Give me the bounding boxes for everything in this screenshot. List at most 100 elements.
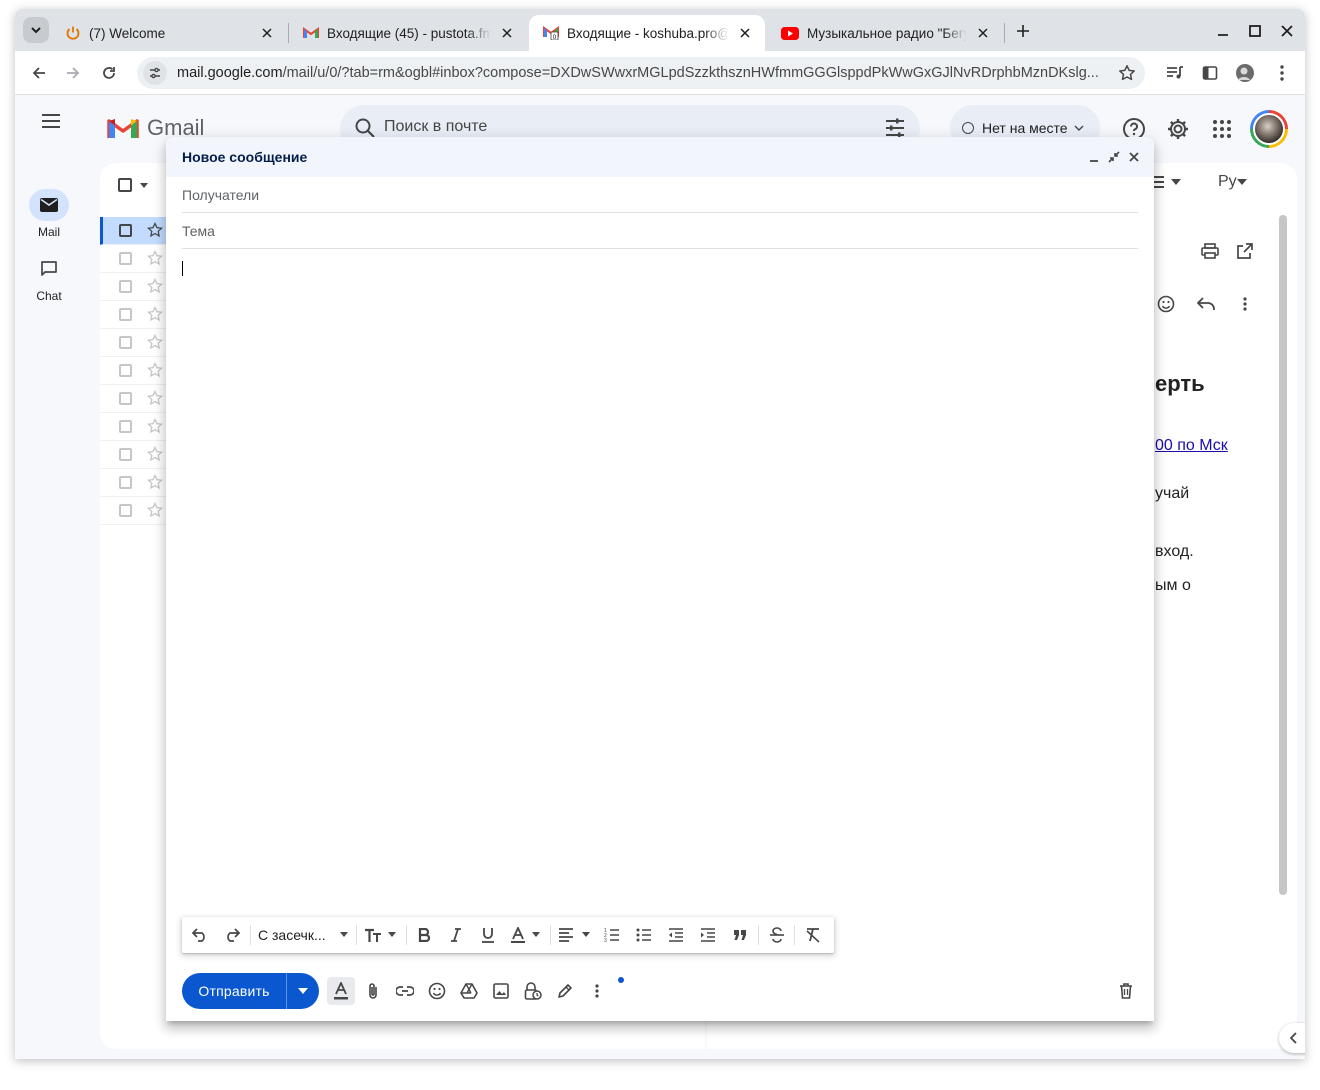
close-icon[interactable] <box>497 23 517 43</box>
settings-button[interactable] <box>1164 115 1192 143</box>
tab-welcome[interactable]: (7) Welcome <box>51 15 287 51</box>
message-body[interactable] <box>182 257 1138 897</box>
more-vert-icon <box>1243 297 1247 311</box>
address-bar[interactable]: mail.google.com/mail/u/0/?tab=rm&ogbl#in… <box>137 57 1145 89</box>
more-options-button[interactable] <box>583 977 611 1005</box>
open-in-new-icon <box>1237 243 1253 259</box>
star-icon <box>147 334 163 350</box>
message-link-fragment[interactable]: 00 по Мск <box>1155 437 1228 455</box>
chevron-down-icon <box>388 932 396 937</box>
underline-button[interactable] <box>478 923 498 947</box>
font-family-select[interactable]: С засечк... <box>258 923 350 947</box>
search-options-icon <box>886 118 904 138</box>
font-family-label: С засечк... <box>258 927 326 943</box>
more-vert-icon <box>1280 65 1284 81</box>
formatting-options-button[interactable] <box>327 977 355 1005</box>
recipients-input[interactable] <box>182 177 1138 212</box>
close-icon[interactable] <box>973 23 993 43</box>
insert-link-button[interactable] <box>391 977 419 1005</box>
strikethrough-button[interactable] <box>766 923 788 947</box>
media-control-button[interactable] <box>1161 59 1189 87</box>
insert-drive-file-button[interactable] <box>455 977 483 1005</box>
browser-menu-button[interactable] <box>1268 59 1296 87</box>
compose-title: Новое сообщение <box>182 149 308 165</box>
input-tools-label[interactable]: Ру <box>1218 173 1237 191</box>
align-button[interactable] <box>558 923 592 947</box>
exit-fullscreen-icon <box>1108 151 1120 163</box>
remove-formatting-button[interactable] <box>802 923 824 947</box>
forward-button[interactable] <box>59 59 87 87</box>
rail-mail[interactable]: Mail <box>23 189 75 239</box>
tab-title: Входящие - koshuba.pro@ <box>567 25 729 41</box>
gmail-logo-icon <box>107 119 139 138</box>
new-tab-button[interactable] <box>1011 19 1035 43</box>
bulleted-list-button[interactable] <box>634 923 654 947</box>
compose-header[interactable]: Новое сообщение <box>166 137 1154 177</box>
tab-inbox-koshuba[interactable]: 0 Входящие - koshuba.pro@ <box>529 15 765 51</box>
send-button[interactable]: Отправить <box>182 973 286 1009</box>
select-all-checkbox[interactable] <box>118 178 132 192</box>
send-options-button[interactable] <box>286 973 319 1009</box>
apps-grid-icon <box>1213 120 1231 138</box>
close-window-button[interactable] <box>1275 19 1299 43</box>
reload-button[interactable] <box>95 59 123 87</box>
search-placeholder: Поиск в почте <box>384 118 488 135</box>
font-size-button[interactable] <box>364 923 398 947</box>
text-format-icon <box>334 982 348 1000</box>
tab-inbox-pustota[interactable]: Входящие (45) - pustota.fm <box>289 15 527 51</box>
recipients-field[interactable] <box>182 177 1138 213</box>
chat-icon <box>41 261 57 276</box>
insert-signature-button[interactable] <box>551 977 579 1005</box>
profile-button[interactable] <box>1231 59 1259 87</box>
quote-button[interactable] <box>730 923 750 947</box>
numbered-list-button[interactable]: 123 <box>602 923 622 947</box>
confidential-mode-button[interactable] <box>519 977 547 1005</box>
indent-more-button[interactable] <box>698 923 718 947</box>
rail-chat[interactable]: Chat <box>23 253 75 303</box>
undo-button[interactable] <box>190 923 210 947</box>
bulleted-list-icon <box>636 928 651 942</box>
minimize-icon <box>1090 160 1098 162</box>
redo-button[interactable] <box>222 923 242 947</box>
main-menu-button[interactable] <box>37 107 65 135</box>
close-icon[interactable] <box>735 23 755 43</box>
subject-input[interactable] <box>182 213 1138 248</box>
insert-emoji-button[interactable] <box>423 977 451 1005</box>
profile-avatar-icon <box>1236 64 1254 82</box>
account-avatar[interactable] <box>1250 110 1288 148</box>
close-icon[interactable] <box>257 23 277 43</box>
link-icon <box>396 986 414 996</box>
tab-search-button[interactable] <box>23 17 49 43</box>
bookmark-star-icon[interactable] <box>1115 61 1139 85</box>
compose-exit-fullscreen-button[interactable] <box>1104 147 1124 167</box>
pen-icon <box>558 984 572 998</box>
mail-icon <box>40 198 58 212</box>
compose-minimize-button[interactable] <box>1084 147 1104 167</box>
side-panel-button[interactable] <box>1196 59 1224 87</box>
browser-window: (7) Welcome Входящие (45) - pustota.fm 0… <box>15 9 1305 1059</box>
tab-separator <box>1004 23 1005 43</box>
italic-button[interactable] <box>446 923 466 947</box>
bold-button[interactable] <box>414 923 434 947</box>
indent-less-button[interactable] <box>666 923 686 947</box>
subject-field[interactable] <box>182 213 1138 249</box>
tab-youtube-radio[interactable]: Музыкальное радио "Бегу <box>767 15 1003 51</box>
site-info-icon[interactable] <box>143 61 167 85</box>
discard-draft-button[interactable] <box>1112 977 1140 1005</box>
chevron-down-icon <box>1237 179 1247 185</box>
star-icon <box>147 278 163 294</box>
reading-pane-scrollbar[interactable] <box>1279 215 1287 895</box>
rail-chat-label: Chat <box>36 289 62 303</box>
chevron-down-icon <box>298 988 308 994</box>
minimize-window-button[interactable] <box>1211 19 1235 43</box>
compose-close-button[interactable] <box>1124 147 1144 167</box>
side-panel-toggle[interactable] <box>1279 1023 1305 1053</box>
text-color-button[interactable] <box>510 923 544 947</box>
maximize-window-button[interactable] <box>1243 19 1267 43</box>
chevron-down-icon <box>340 932 348 937</box>
insert-photo-button[interactable] <box>487 977 515 1005</box>
back-button[interactable] <box>25 59 53 87</box>
attach-files-button[interactable] <box>359 977 387 1005</box>
apps-button[interactable] <box>1208 115 1236 143</box>
lock-clock-icon <box>524 982 542 1000</box>
